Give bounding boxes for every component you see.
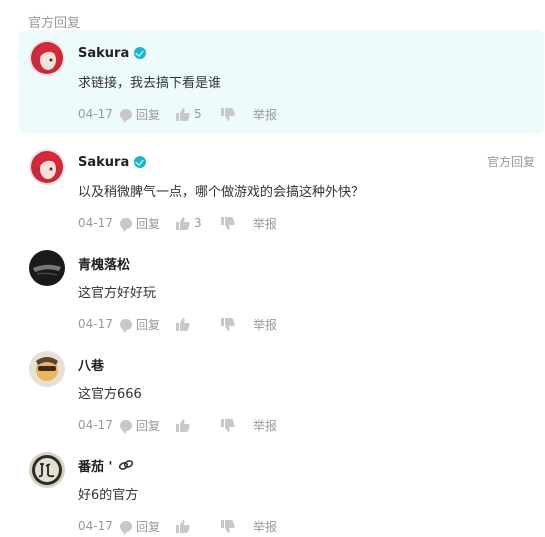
dislike-button[interactable] xyxy=(221,519,253,533)
reply-button[interactable]: 回复 xyxy=(136,417,176,434)
report-button[interactable]: 举报 xyxy=(253,518,277,535)
official-tag: 官方回复 xyxy=(486,155,535,169)
like-button[interactable] xyxy=(176,418,221,432)
reply-button[interactable]: 回复 xyxy=(136,215,176,232)
reply-icon[interactable] xyxy=(120,108,132,123)
comment-text: 好6的官方 xyxy=(78,488,139,503)
like-count: 5 xyxy=(194,107,202,121)
comment-text: 以及稍微脾气一点，哪个做游戏的会搞这种外快？ xyxy=(78,185,365,200)
comment-date: 04-17 xyxy=(78,519,113,533)
comment-item: Sakura 官方回复 以及稍微脾气一点，哪个做游戏的会搞这种外快？ 04-17… xyxy=(0,149,545,239)
comment-date: 04-17 xyxy=(78,216,113,230)
username[interactable]: 番茄 ' xyxy=(78,456,113,475)
thumbs-down-icon xyxy=(221,216,235,230)
reply-icon[interactable] xyxy=(120,520,132,535)
dislike-button[interactable] xyxy=(221,317,253,331)
verified-icon xyxy=(134,156,147,168)
avatar[interactable] xyxy=(29,40,65,76)
like-button[interactable] xyxy=(176,519,221,533)
username[interactable]: 八巷 xyxy=(78,355,104,374)
name-row: 青槐落松 xyxy=(78,254,130,273)
comment-actions: 04-17 回复 举报 xyxy=(78,417,277,434)
comment-item: 青槐落松 这官方好好玩 04-17 回复 举报 xyxy=(0,250,545,340)
username[interactable]: Sakura xyxy=(78,46,129,61)
dislike-button[interactable] xyxy=(221,107,253,121)
reply-button[interactable]: 回复 xyxy=(136,106,176,123)
official-reply-label: 官方回复 xyxy=(28,16,81,31)
comment-actions: 04-17 回复 5 举报 xyxy=(78,106,277,123)
comment-date: 04-17 xyxy=(78,317,113,331)
comment-actions: 04-17 回复 举报 xyxy=(78,518,277,535)
comment-text: 求链接，我去搞下看是谁 xyxy=(78,76,222,91)
reply-icon[interactable] xyxy=(120,217,132,232)
dislike-button[interactable] xyxy=(221,216,253,230)
like-button[interactable]: 5 xyxy=(176,107,221,121)
reply-button[interactable]: 回复 xyxy=(136,518,176,535)
like-count: 3 xyxy=(194,216,202,230)
comment-item: Sakura 求链接，我去搞下看是谁 04-17 回复 5 举报 xyxy=(0,40,545,134)
comment-text: 这官方666 xyxy=(78,387,142,402)
thumbs-down-icon xyxy=(221,418,235,432)
report-button[interactable]: 举报 xyxy=(253,215,277,232)
thumbs-down-icon xyxy=(221,317,235,331)
comment-actions: 04-17 回复 3 举报 xyxy=(78,215,277,232)
like-button[interactable]: 3 xyxy=(176,216,221,230)
report-button[interactable]: 举报 xyxy=(253,106,277,123)
thumbs-up-icon xyxy=(176,519,190,533)
name-row: Sakura xyxy=(78,153,147,171)
avatar[interactable] xyxy=(29,149,65,185)
comment-text: 这官方好好玩 xyxy=(78,286,157,301)
dislike-button[interactable] xyxy=(221,418,253,432)
reply-icon[interactable] xyxy=(120,419,132,434)
username[interactable]: Sakura xyxy=(78,155,129,170)
thumbs-up-icon xyxy=(176,418,190,432)
thumbs-up-icon xyxy=(176,216,190,230)
name-row: 八巷 xyxy=(78,355,104,374)
username[interactable]: 青槐落松 xyxy=(78,254,130,273)
like-button[interactable] xyxy=(176,317,221,331)
avatar[interactable] xyxy=(29,250,65,286)
thumbs-up-icon xyxy=(176,317,190,331)
name-row: Sakura xyxy=(78,44,147,62)
link-badge-icon xyxy=(118,460,133,470)
thumbs-down-icon xyxy=(221,107,235,121)
comment-item: 番茄 ' 好6的官方 04-17 回复 举报 xyxy=(0,452,545,537)
verified-icon xyxy=(134,47,147,59)
comment-actions: 04-17 回复 举报 xyxy=(78,316,277,333)
report-button[interactable]: 举报 xyxy=(253,316,277,333)
comment-item: 八巷 这官方666 04-17 回复 举报 xyxy=(0,351,545,441)
thumbs-up-icon xyxy=(176,107,190,121)
thumbs-down-icon xyxy=(221,519,235,533)
avatar[interactable] xyxy=(29,351,65,387)
avatar[interactable] xyxy=(29,452,65,488)
report-button[interactable]: 举报 xyxy=(253,417,277,434)
reply-button[interactable]: 回复 xyxy=(136,316,176,333)
name-row: 番茄 ' xyxy=(78,456,134,475)
comment-date: 04-17 xyxy=(78,418,113,432)
reply-icon[interactable] xyxy=(120,318,132,333)
comment-date: 04-17 xyxy=(78,107,113,121)
